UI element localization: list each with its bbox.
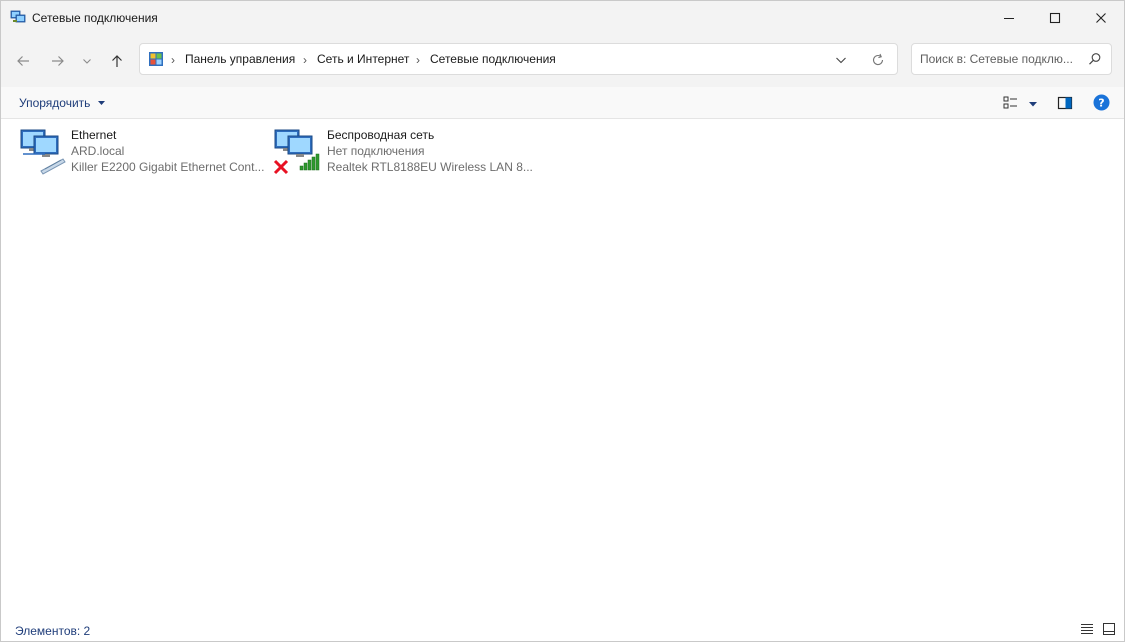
help-icon: ?: [1093, 94, 1110, 111]
preview-pane-button[interactable]: [1057, 95, 1073, 111]
up-button[interactable]: [104, 48, 130, 74]
details-view-button[interactable]: [1080, 622, 1094, 636]
connection-item-wireless[interactable]: Беспроводная сеть Нет подключения Realte…: [273, 125, 533, 181]
close-button[interactable]: [1078, 1, 1124, 34]
item-count: Элементов: 2: [15, 624, 91, 638]
window-title: Сетевые подключения: [32, 11, 158, 25]
connection-name: Ethernet: [71, 128, 117, 142]
svg-text:?: ?: [1098, 97, 1104, 110]
connection-status: Нет подключения: [327, 144, 425, 158]
search-icon[interactable]: [1088, 52, 1102, 66]
help-button[interactable]: ?: [1093, 94, 1110, 111]
organize-label: Упорядочить: [19, 96, 91, 110]
arrow-up-icon: [112, 55, 122, 67]
forward-button[interactable]: [45, 48, 71, 74]
breadcrumb-item-control-panel[interactable]: Панель управления: [185, 52, 295, 66]
title-bar[interactable]: Сетевые подключения: [1, 1, 1124, 34]
refresh-icon: [872, 53, 884, 66]
address-bar[interactable]: › Панель управления › Сеть и Интернет › …: [139, 43, 898, 75]
arrow-right-icon: [52, 56, 64, 66]
address-dropdown-button[interactable]: [833, 52, 849, 68]
arrow-left-icon: [17, 56, 29, 66]
search-input[interactable]: [920, 50, 1080, 68]
control-panel-icon: [149, 52, 163, 66]
close-icon: [1096, 12, 1106, 23]
explorer-window: Сетевые подключения › Панель управления …: [0, 0, 1125, 642]
caret-down-icon: [1029, 102, 1037, 107]
search-box[interactable]: [911, 43, 1112, 75]
minimize-button[interactable]: [986, 1, 1032, 34]
caret-down-icon: [97, 101, 105, 105]
connection-item-ethernet[interactable]: Ethernet ARD.local Killer E2200 Gigabit …: [19, 125, 269, 181]
organize-button[interactable]: Упорядочить: [19, 96, 106, 110]
minimize-icon: [1004, 17, 1014, 19]
breadcrumb-item-network-connections[interactable]: Сетевые подключения: [430, 52, 556, 66]
tiles-view-button[interactable]: [1102, 622, 1116, 636]
maximize-icon: [1049, 12, 1061, 23]
connection-device: Killer E2200 Gigabit Ethernet Cont...: [71, 160, 265, 174]
chevron-down-icon: [836, 57, 846, 64]
recent-locations-button[interactable]: [76, 48, 98, 74]
breadcrumb-separator: ›: [171, 53, 175, 67]
disconnected-x-icon: [273, 159, 289, 175]
connection-device: Realtek RTL8188EU Wireless LAN 8...: [327, 160, 533, 174]
breadcrumb-separator: ›: [416, 53, 420, 67]
change-view-button[interactable]: [1003, 95, 1019, 111]
back-button[interactable]: [10, 48, 36, 74]
breadcrumb-separator: ›: [303, 53, 307, 67]
connection-name: Беспроводная сеть: [327, 128, 435, 142]
connection-status: ARD.local: [71, 144, 125, 158]
preview-pane-icon: [1057, 96, 1073, 110]
navigation-bar: › Панель управления › Сеть и Интернет › …: [1, 34, 1124, 87]
details-view-icon: [1081, 624, 1093, 634]
tiles-view-icon: [1103, 623, 1115, 635]
view-options-icon: [1003, 96, 1017, 109]
signal-strength-icon: [299, 153, 320, 171]
status-bar: Элементов: 2: [1, 619, 1124, 641]
view-dropdown-button[interactable]: [1027, 97, 1039, 109]
ethernet-connection-icon: [20, 129, 66, 175]
breadcrumb-item-network-internet[interactable]: Сеть и Интернет: [317, 52, 409, 66]
command-bar: Упорядочить ?: [1, 87, 1124, 119]
chevron-down-icon: [83, 59, 91, 64]
network-connections-icon: [10, 10, 26, 23]
maximize-button[interactable]: [1032, 1, 1078, 34]
refresh-button[interactable]: [870, 52, 886, 68]
